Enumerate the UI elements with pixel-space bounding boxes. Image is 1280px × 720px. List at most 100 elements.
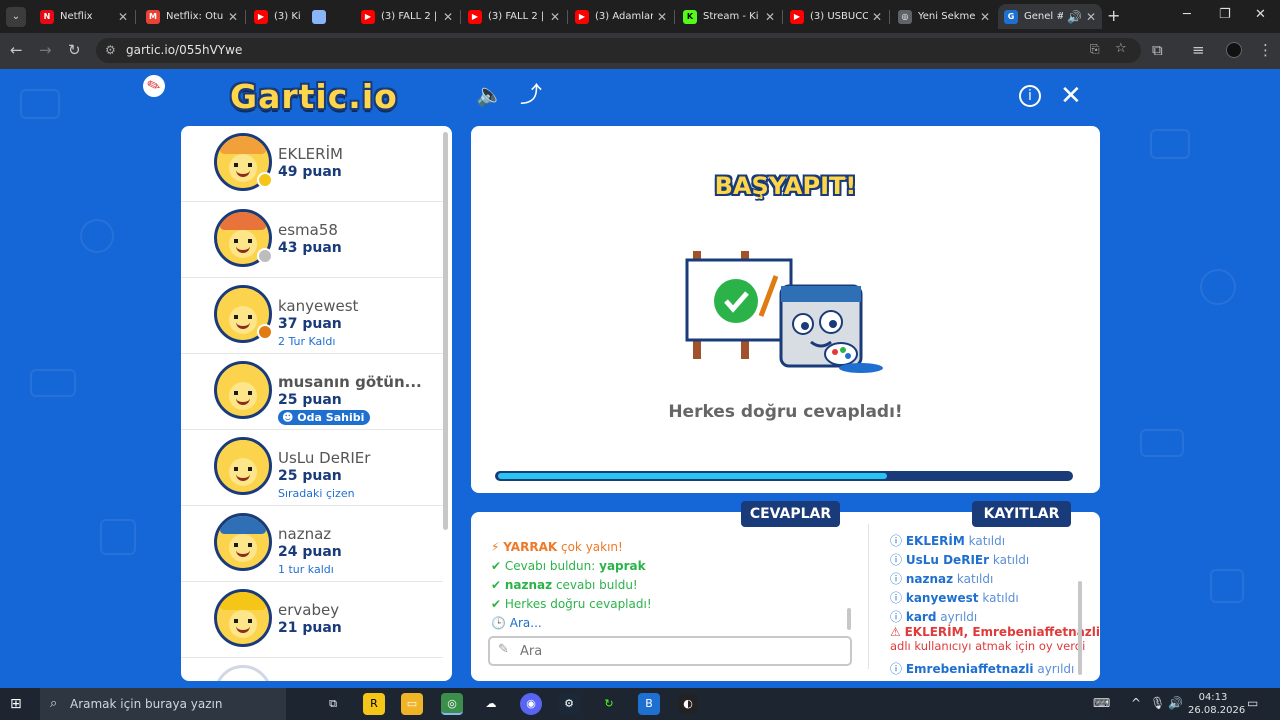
player-row[interactable]: esma58 43 puan xyxy=(181,202,443,278)
player-row[interactable]: kanyewest 37 puan 2 Tur Kaldı xyxy=(181,278,443,354)
app-icon[interactable]: ☁ xyxy=(480,693,502,715)
player-name: UsLu DeRIEr xyxy=(278,449,371,467)
close-tab-icon[interactable]: ✕ xyxy=(1086,10,1096,24)
windows-taskbar: ⊞ ⌕ Aramak için buraya yazın ⧉ R ▭ ◎ ☁ ◉… xyxy=(0,688,1280,720)
install-app-icon[interactable]: ⎘ xyxy=(1090,42,1100,57)
url-text[interactable]: gartic.io/055hVYwe xyxy=(126,43,242,57)
address-bar[interactable]: ⚙ gartic.io/055hVYwe ⎘ ☆ xyxy=(96,38,1141,63)
browser-tab-bar: ⌄ NNetflix✕ MNetflix: Otu✕ ▶(3) Kim ▶(3)… xyxy=(0,0,1280,33)
player-row[interactable]: musanın götün... 25 puan ☻ Oda Sahibi xyxy=(181,354,443,430)
close-tab-icon[interactable]: ✕ xyxy=(228,10,238,24)
reload-icon[interactable]: ↻ xyxy=(68,41,81,59)
microphone-icon[interactable]: 🎙 xyxy=(1150,696,1165,710)
app-icon[interactable]: ↻ xyxy=(598,693,620,715)
close-tab-icon[interactable]: ✕ xyxy=(118,10,128,24)
site-info-icon[interactable]: ⚙ xyxy=(105,43,116,57)
windows-start-icon[interactable]: ⊞ xyxy=(10,696,22,712)
task-view-icon[interactable]: ⧉ xyxy=(322,693,344,715)
taskbar-search[interactable]: ⌕ Aramak için buraya yazın xyxy=(40,688,286,720)
check-icon: ✔ xyxy=(491,559,502,573)
discord-icon[interactable]: ◉ xyxy=(520,693,542,715)
browser-tab[interactable]: ▶ (3) Adamlar ✕ xyxy=(569,4,673,29)
log-line: ⚠ EKLERİM, Emrebeniaffetnazli adlı kullan… xyxy=(890,625,1101,653)
forward-arrow-icon[interactable]: → xyxy=(39,41,52,59)
close-tab-icon[interactable]: ✕ xyxy=(765,10,775,24)
player-row[interactable]: UsLu DeRIEr 25 puan Sıradaki çizen xyxy=(181,430,443,506)
menu-kebab-icon[interactable]: ⋮ xyxy=(1258,41,1273,59)
answers-scrollbar[interactable] xyxy=(847,608,851,630)
close-tab-icon[interactable]: ✕ xyxy=(980,10,990,24)
logs-scrollbar[interactable] xyxy=(1078,581,1082,675)
player-row[interactable] xyxy=(181,658,443,681)
status-dot xyxy=(257,248,273,264)
maximize-icon[interactable]: ❐ xyxy=(1219,7,1231,22)
player-list: EKLERİM 49 puan esma58 43 puan kanyewest… xyxy=(181,126,452,681)
player-name: esma58 xyxy=(278,221,338,239)
youtube-icon: ▶ xyxy=(254,9,268,24)
search-icon: ⌕ xyxy=(50,696,58,711)
player-avatar xyxy=(214,513,272,571)
profile-avatar[interactable] xyxy=(1226,42,1242,58)
browser-tab[interactable]: ▶ (3) USBUCC ✕ xyxy=(784,4,888,29)
chat-panel: CEVAPLAR KAYITLAR ⚡ YARRAK çok yakın! ✔ C… xyxy=(471,501,1101,681)
browser-tab[interactable]: ▶ (3) FALL 2 | ✕ xyxy=(355,4,459,29)
browser-tab[interactable]: M Netflix: Otu ✕ xyxy=(140,4,244,29)
close-tab-icon[interactable]: ✕ xyxy=(550,10,560,24)
player-note: 2 Tur Kaldı xyxy=(278,335,336,348)
extensions-icon[interactable]: ⧉ xyxy=(1152,41,1163,59)
bookmark-star-icon[interactable]: ☆ xyxy=(1115,41,1127,56)
steam-icon[interactable]: ⚙ xyxy=(558,693,580,715)
browser-tab[interactable]: ▶(3) Kim xyxy=(248,4,306,29)
page-icon xyxy=(312,9,326,24)
rockstar-icon[interactable]: R xyxy=(363,693,385,715)
taskbar-clock[interactable]: 04:13 26.08.2026 xyxy=(1188,691,1245,717)
minimize-icon[interactable]: ─ xyxy=(1183,7,1191,22)
close-tab-icon[interactable]: ✕ xyxy=(657,10,667,24)
close-tab-icon[interactable]: ✕ xyxy=(872,10,882,24)
notification-icon[interactable]: ▭ xyxy=(1247,696,1258,710)
close-tab-icon[interactable]: ✕ xyxy=(443,10,453,24)
keyboard-icon[interactable]: ⌨ xyxy=(1093,696,1110,710)
browser-tab[interactable]: K Stream - Ki ✕ xyxy=(677,4,781,29)
player-list-scrollbar[interactable] xyxy=(443,132,448,530)
player-score: 24 puan xyxy=(278,544,342,560)
browser-tab[interactable]: ▶ (3) FALL 2 | (✕ xyxy=(462,4,566,29)
answer-input-box[interactable]: ✎ xyxy=(488,636,852,666)
youtube-icon: ▶ xyxy=(361,9,375,24)
answer-input[interactable] xyxy=(520,641,840,661)
youtube-icon: ▶ xyxy=(575,9,589,24)
close-icon[interactable]: ✕ xyxy=(1060,83,1082,109)
player-row[interactable]: ervabey 21 puan xyxy=(181,582,443,658)
tab-logs[interactable]: KAYITLAR xyxy=(972,501,1071,527)
new-tab-plus-icon[interactable]: + xyxy=(1107,6,1120,25)
back-arrow-icon[interactable]: ← xyxy=(10,41,23,59)
speaker-icon[interactable]: 🔊 xyxy=(1067,10,1082,24)
answer-line: ⚡ YARRAK çok yakın! xyxy=(491,540,623,554)
gmail-icon: M xyxy=(146,9,160,24)
media-control-icon[interactable]: ≡ xyxy=(1192,41,1205,59)
player-row[interactable]: EKLERİM 49 puan xyxy=(181,126,443,202)
browser-tab[interactable] xyxy=(306,4,354,29)
masterpiece-title: BAŞYAPIT! xyxy=(714,172,857,200)
clock-icon: 🕒 xyxy=(491,616,506,630)
volume-icon[interactable]: 🔊 xyxy=(1168,696,1183,710)
player-row[interactable]: naznaz 24 puan 1 tur kaldı xyxy=(181,506,443,582)
tab-search-chevron-icon[interactable]: ⌄ xyxy=(6,7,26,27)
gartic-logo: Gartic.io xyxy=(230,77,398,116)
file-explorer-icon[interactable]: ▭ xyxy=(401,693,423,715)
drawing-canvas[interactable]: BAŞYAPIT! Herkes doğru cevapladı! xyxy=(471,126,1100,493)
obs-icon[interactable]: ◐ xyxy=(677,693,699,715)
warning-icon: ⚠ xyxy=(890,625,901,639)
tray-expand-icon[interactable]: ^ xyxy=(1131,696,1141,710)
info-icon[interactable]: i xyxy=(1019,85,1041,107)
tab-answers[interactable]: CEVAPLAR xyxy=(741,501,840,527)
close-window-icon[interactable]: ✕ xyxy=(1255,7,1266,22)
app-icon[interactable]: B xyxy=(638,693,660,715)
browser-tab[interactable]: ◎ Yeni Sekme ✕ xyxy=(892,4,996,29)
browser-tab[interactable]: N Netflix ✕ xyxy=(34,4,134,29)
chrome-taskbar-icon[interactable]: ◎ xyxy=(441,693,463,715)
browser-tab-active[interactable]: G Genel # 🔊 ✕ xyxy=(998,4,1102,29)
lightning-icon: ⚡ xyxy=(491,540,500,554)
share-icon[interactable]: ⤴ xyxy=(520,83,542,109)
sound-icon[interactable]: 🔈 xyxy=(476,83,503,109)
